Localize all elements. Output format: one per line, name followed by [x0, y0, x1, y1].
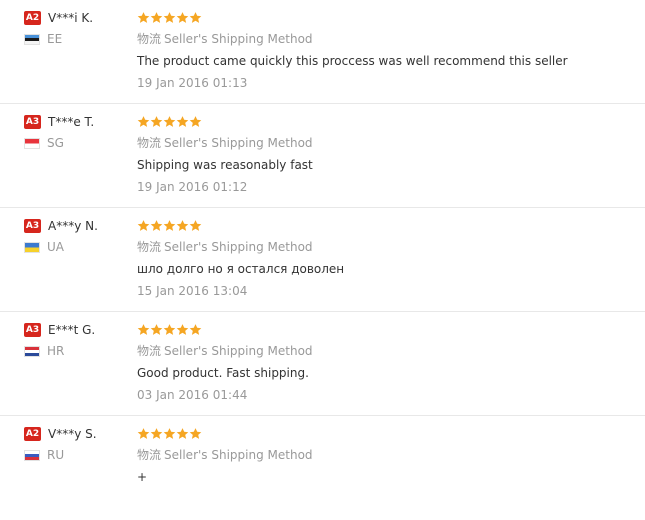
review-item: A2 V***y S. RU 物流 Seller's Shipping Metho…	[0, 416, 645, 520]
star-icon	[150, 219, 163, 232]
star-icon	[150, 115, 163, 128]
star-rating	[137, 114, 637, 128]
shipping-method: 物流 Seller's Shipping Method	[137, 240, 637, 255]
buyer-name: A***y N.	[48, 219, 98, 233]
shipping-cn-label: 物流	[137, 136, 162, 150]
feedback-text: The product came quickly this proccess w…	[137, 54, 568, 68]
feedback-date: 19 Jan 2016 01:12	[137, 180, 248, 194]
buyer-name: V***i K.	[48, 11, 94, 25]
star-rating	[137, 426, 637, 440]
feedback-date: 19 Jan 2016 01:13	[137, 76, 248, 90]
feedback-text: Good product. Fast shipping.	[137, 366, 309, 380]
feedback-text: шло долго но я остался доволен	[137, 262, 345, 276]
star-rating	[137, 10, 637, 24]
buyer-level-badge: A2	[24, 427, 41, 441]
star-icon	[137, 11, 150, 24]
reviewer-info: A3 A***y N. UA	[24, 218, 124, 254]
reviewer-info: A3 T***e T. SG	[24, 114, 124, 150]
buyer-country: RU	[47, 448, 65, 462]
shipping-method-label: Seller's Shipping Method	[164, 448, 313, 462]
shipping-method: 物流 Seller's Shipping Method	[137, 344, 637, 359]
feedback-date: 15 Jan 2016 13:04	[137, 284, 248, 298]
reviewer-info: A3 E***t G. HR	[24, 322, 124, 358]
buyer-country: SG	[47, 136, 64, 150]
star-icon	[176, 219, 189, 232]
star-icon	[189, 219, 202, 232]
review-item: A3 A***y N. UA 物流 Seller's Shipping Metho…	[0, 208, 645, 312]
feedback-text: +	[137, 470, 148, 484]
star-icon	[176, 115, 189, 128]
star-icon	[189, 427, 202, 440]
buyer-level-badge: A2	[24, 11, 41, 25]
review-content: 物流 Seller's Shipping Method Good product.…	[137, 322, 637, 403]
buyer-name: V***y S.	[48, 427, 97, 441]
feedback-text: Shipping was reasonably fast	[137, 158, 313, 172]
buyer-name: E***t G.	[48, 323, 96, 337]
shipping-method-label: Seller's Shipping Method	[164, 344, 313, 358]
shipping-cn-label: 物流	[137, 240, 162, 254]
reviewer-info: A2 V***y S. RU	[24, 426, 124, 462]
review-content: 物流 Seller's Shipping Method +	[137, 426, 637, 507]
review-item: A2 V***i K. EE 物流 Seller's Shipping Metho…	[0, 0, 645, 104]
shipping-method-label: Seller's Shipping Method	[164, 136, 313, 150]
star-rating	[137, 322, 637, 336]
star-icon	[163, 427, 176, 440]
star-icon	[176, 323, 189, 336]
buyer-country: UA	[47, 240, 64, 254]
star-icon	[163, 219, 176, 232]
buyer-level-badge: A3	[24, 219, 41, 233]
ukraine-flag-icon	[24, 241, 40, 253]
star-icon	[189, 323, 202, 336]
buyer-name: T***e T.	[48, 115, 95, 129]
shipping-cn-label: 物流	[137, 344, 162, 358]
review-content: 物流 Seller's Shipping Method Shipping was …	[137, 114, 637, 195]
star-icon	[189, 115, 202, 128]
singapore-flag-icon	[24, 137, 40, 149]
star-icon	[150, 323, 163, 336]
star-rating	[137, 218, 637, 232]
shipping-method-label: Seller's Shipping Method	[164, 32, 313, 46]
buyer-country: HR	[47, 344, 65, 358]
feedback-date	[137, 492, 637, 507]
feedback-date: 03 Jan 2016 01:44	[137, 388, 248, 402]
shipping-cn-label: 物流	[137, 32, 162, 46]
star-icon	[150, 427, 163, 440]
star-icon	[176, 11, 189, 24]
shipping-method: 物流 Seller's Shipping Method	[137, 136, 637, 151]
shipping-method: 物流 Seller's Shipping Method	[137, 448, 637, 463]
croatia-flag-icon	[24, 345, 40, 357]
buyer-country: EE	[47, 32, 63, 46]
star-icon	[163, 11, 176, 24]
star-icon	[189, 11, 202, 24]
feedback-list: A2 V***i K. EE 物流 Seller's Shipping Metho…	[0, 0, 645, 520]
star-icon	[137, 115, 150, 128]
star-icon	[137, 219, 150, 232]
shipping-method-label: Seller's Shipping Method	[164, 240, 313, 254]
star-icon	[150, 11, 163, 24]
reviewer-info: A2 V***i K. EE	[24, 10, 124, 46]
review-content: 物流 Seller's Shipping Method The product c…	[137, 10, 637, 91]
shipping-cn-label: 物流	[137, 448, 162, 462]
shipping-method: 物流 Seller's Shipping Method	[137, 32, 637, 47]
buyer-level-badge: A3	[24, 115, 41, 129]
star-icon	[137, 323, 150, 336]
star-icon	[176, 427, 189, 440]
star-icon	[163, 323, 176, 336]
star-icon	[137, 427, 150, 440]
star-icon	[163, 115, 176, 128]
review-item: A3 E***t G. HR 物流 Seller's Shipping Metho…	[0, 312, 645, 416]
review-item: A3 T***e T. SG 物流 Seller's Shipping Metho…	[0, 104, 645, 208]
buyer-level-badge: A3	[24, 323, 41, 337]
estonia-flag-icon	[24, 33, 40, 45]
review-content: 物流 Seller's Shipping Method шло долго но …	[137, 218, 637, 299]
russia-flag-icon	[24, 449, 40, 461]
